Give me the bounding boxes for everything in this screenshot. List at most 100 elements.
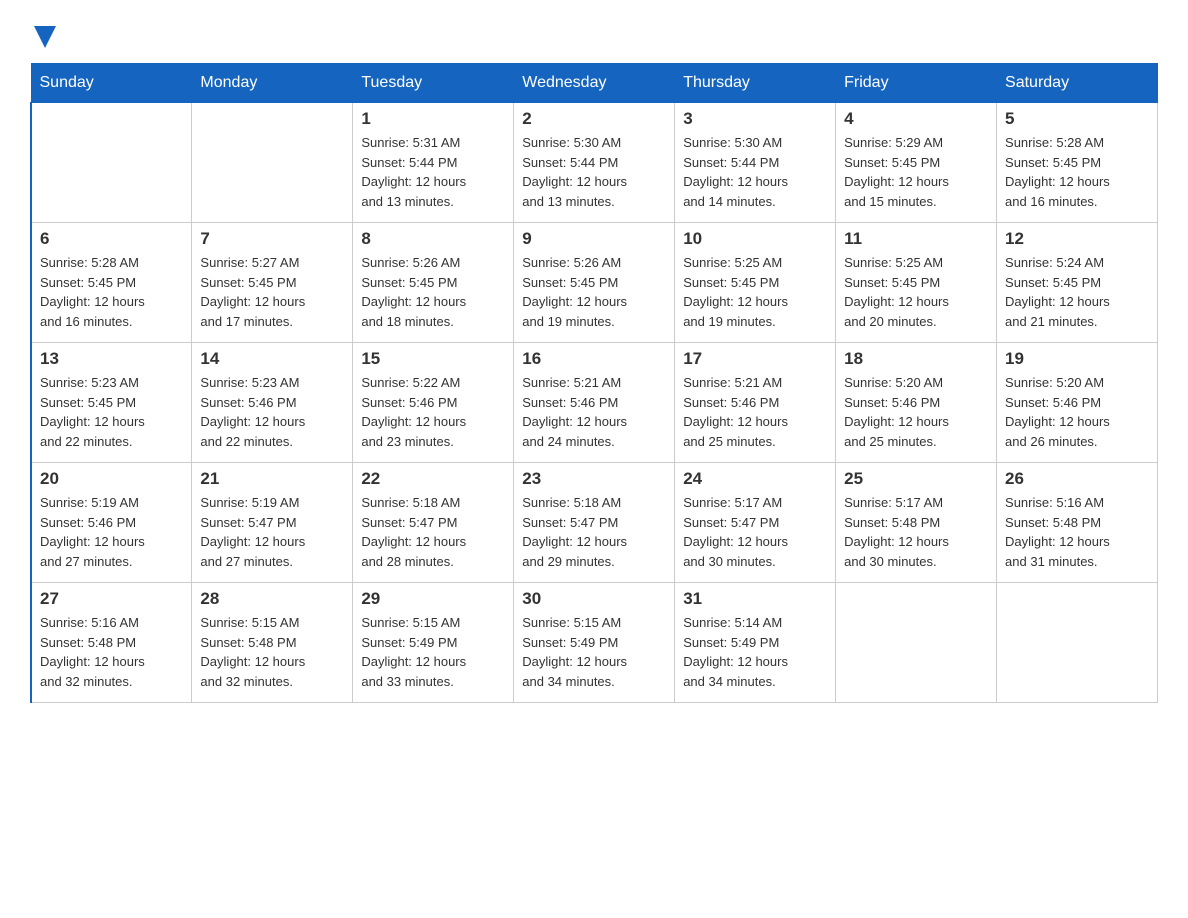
day-info: Sunrise: 5:16 AMSunset: 5:48 PMDaylight:… (1005, 493, 1149, 571)
day-number: 15 (361, 349, 505, 369)
calendar-cell: 29 Sunrise: 5:15 AMSunset: 5:49 PMDayligh… (353, 583, 514, 703)
calendar-header-tuesday: Tuesday (353, 64, 514, 103)
day-number: 23 (522, 469, 666, 489)
calendar-cell: 5Sunrise: 5:28 AMSunset: 5:45 PMDaylight… (997, 103, 1158, 223)
day-info: Sunrise: 5:30 AMSunset: 5:44 PMDaylight:… (522, 133, 666, 211)
day-info: Sunrise: 5:14 AMSunset: 5:49 PMDaylight:… (683, 613, 827, 691)
calendar-header-sunday: Sunday (31, 64, 192, 103)
calendar-cell: 19 Sunrise: 5:20 AMSunset: 5:46 PMDayligh… (997, 343, 1158, 463)
day-number: 18 (844, 349, 988, 369)
calendar-cell: 17 Sunrise: 5:21 AMSunset: 5:46 PMDayligh… (675, 343, 836, 463)
day-info: Sunrise: 5:19 AMSunset: 5:46 PMDaylight:… (40, 493, 183, 571)
calendar-week-row: 27 Sunrise: 5:16 AMSunset: 5:48 PMDayligh… (31, 583, 1158, 703)
calendar-header-thursday: Thursday (675, 64, 836, 103)
calendar-cell: 11Sunrise: 5:25 AMSunset: 5:45 PMDayligh… (836, 223, 997, 343)
day-info: Sunrise: 5:15 AMSunset: 5:49 PMDaylight:… (522, 613, 666, 691)
calendar-cell: 24 Sunrise: 5:17 AMSunset: 5:47 PMDayligh… (675, 463, 836, 583)
day-info: Sunrise: 5:31 AMSunset: 5:44 PMDaylight:… (361, 133, 505, 211)
logo (30, 20, 56, 53)
calendar-cell: 28 Sunrise: 5:15 AMSunset: 5:48 PMDayligh… (192, 583, 353, 703)
day-info: Sunrise: 5:15 AMSunset: 5:48 PMDaylight:… (200, 613, 344, 691)
day-number: 21 (200, 469, 344, 489)
day-number: 30 (522, 589, 666, 609)
calendar-cell: 3 Sunrise: 5:30 AMSunset: 5:44 PMDaylight… (675, 103, 836, 223)
calendar-cell: 2Sunrise: 5:30 AMSunset: 5:44 PMDaylight… (514, 103, 675, 223)
day-number: 1 (361, 109, 505, 129)
calendar-cell: 26 Sunrise: 5:16 AMSunset: 5:48 PMDayligh… (997, 463, 1158, 583)
day-number: 20 (40, 469, 183, 489)
calendar-cell (997, 583, 1158, 703)
calendar-cell: 30 Sunrise: 5:15 AMSunset: 5:49 PMDayligh… (514, 583, 675, 703)
logo-triangle-icon (34, 26, 56, 48)
calendar-week-row: 13 Sunrise: 5:23 AMSunset: 5:45 PMDayligh… (31, 343, 1158, 463)
day-info: Sunrise: 5:23 AMSunset: 5:45 PMDaylight:… (40, 373, 183, 451)
calendar-week-row: 1 Sunrise: 5:31 AMSunset: 5:44 PMDaylight… (31, 103, 1158, 223)
calendar-cell: 9 Sunrise: 5:26 AMSunset: 5:45 PMDaylight… (514, 223, 675, 343)
calendar-table: SundayMondayTuesdayWednesdayThursdayFrid… (30, 63, 1158, 703)
calendar-cell: 8 Sunrise: 5:26 AMSunset: 5:45 PMDaylight… (353, 223, 514, 343)
header (30, 20, 1158, 53)
calendar-cell: 13 Sunrise: 5:23 AMSunset: 5:45 PMDayligh… (31, 343, 192, 463)
day-info: Sunrise: 5:30 AMSunset: 5:44 PMDaylight:… (683, 133, 827, 211)
day-info: Sunrise: 5:25 AMSunset: 5:45 PMDaylight:… (683, 253, 827, 331)
day-number: 6 (40, 229, 183, 249)
day-number: 12 (1005, 229, 1149, 249)
day-info: Sunrise: 5:26 AMSunset: 5:45 PMDaylight:… (522, 253, 666, 331)
calendar-cell: 20 Sunrise: 5:19 AMSunset: 5:46 PMDayligh… (31, 463, 192, 583)
day-info: Sunrise: 5:28 AMSunset: 5:45 PMDaylight:… (40, 253, 183, 331)
calendar-header-friday: Friday (836, 64, 997, 103)
calendar-cell: 23Sunrise: 5:18 AMSunset: 5:47 PMDayligh… (514, 463, 675, 583)
day-info: Sunrise: 5:17 AMSunset: 5:47 PMDaylight:… (683, 493, 827, 571)
calendar-cell: 1 Sunrise: 5:31 AMSunset: 5:44 PMDaylight… (353, 103, 514, 223)
day-info: Sunrise: 5:24 AMSunset: 5:45 PMDaylight:… (1005, 253, 1149, 331)
day-number: 9 (522, 229, 666, 249)
day-info: Sunrise: 5:21 AMSunset: 5:46 PMDaylight:… (683, 373, 827, 451)
day-number: 22 (361, 469, 505, 489)
calendar-cell: 15 Sunrise: 5:22 AMSunset: 5:46 PMDayligh… (353, 343, 514, 463)
day-info: Sunrise: 5:25 AMSunset: 5:45 PMDaylight:… (844, 253, 988, 331)
calendar-header-row: SundayMondayTuesdayWednesdayThursdayFrid… (31, 64, 1158, 103)
calendar-header-monday: Monday (192, 64, 353, 103)
day-number: 3 (683, 109, 827, 129)
day-info: Sunrise: 5:21 AMSunset: 5:46 PMDaylight:… (522, 373, 666, 451)
day-info: Sunrise: 5:23 AMSunset: 5:46 PMDaylight:… (200, 373, 344, 451)
calendar-cell: 6 Sunrise: 5:28 AMSunset: 5:45 PMDaylight… (31, 223, 192, 343)
day-number: 17 (683, 349, 827, 369)
calendar-cell: 7Sunrise: 5:27 AMSunset: 5:45 PMDaylight… (192, 223, 353, 343)
day-number: 29 (361, 589, 505, 609)
day-info: Sunrise: 5:26 AMSunset: 5:45 PMDaylight:… (361, 253, 505, 331)
day-info: Sunrise: 5:20 AMSunset: 5:46 PMDaylight:… (844, 373, 988, 451)
day-number: 24 (683, 469, 827, 489)
calendar-header-saturday: Saturday (997, 64, 1158, 103)
day-number: 28 (200, 589, 344, 609)
calendar-cell: 4 Sunrise: 5:29 AMSunset: 5:45 PMDaylight… (836, 103, 997, 223)
calendar-cell: 10 Sunrise: 5:25 AMSunset: 5:45 PMDayligh… (675, 223, 836, 343)
day-number: 25 (844, 469, 988, 489)
day-info: Sunrise: 5:20 AMSunset: 5:46 PMDaylight:… (1005, 373, 1149, 451)
day-number: 26 (1005, 469, 1149, 489)
day-info: Sunrise: 5:16 AMSunset: 5:48 PMDaylight:… (40, 613, 183, 691)
day-info: Sunrise: 5:19 AMSunset: 5:47 PMDaylight:… (200, 493, 344, 571)
day-number: 8 (361, 229, 505, 249)
calendar-cell: 16Sunrise: 5:21 AMSunset: 5:46 PMDayligh… (514, 343, 675, 463)
day-number: 13 (40, 349, 183, 369)
day-info: Sunrise: 5:29 AMSunset: 5:45 PMDaylight:… (844, 133, 988, 211)
day-number: 10 (683, 229, 827, 249)
day-info: Sunrise: 5:27 AMSunset: 5:45 PMDaylight:… (200, 253, 344, 331)
calendar-cell (192, 103, 353, 223)
day-number: 4 (844, 109, 988, 129)
day-number: 19 (1005, 349, 1149, 369)
calendar-cell: 25 Sunrise: 5:17 AMSunset: 5:48 PMDayligh… (836, 463, 997, 583)
calendar-week-row: 6 Sunrise: 5:28 AMSunset: 5:45 PMDaylight… (31, 223, 1158, 343)
day-info: Sunrise: 5:22 AMSunset: 5:46 PMDaylight:… (361, 373, 505, 451)
day-info: Sunrise: 5:17 AMSunset: 5:48 PMDaylight:… (844, 493, 988, 571)
day-info: Sunrise: 5:18 AMSunset: 5:47 PMDaylight:… (361, 493, 505, 571)
calendar-cell: 22 Sunrise: 5:18 AMSunset: 5:47 PMDayligh… (353, 463, 514, 583)
calendar-header-wednesday: Wednesday (514, 64, 675, 103)
day-info: Sunrise: 5:15 AMSunset: 5:49 PMDaylight:… (361, 613, 505, 691)
calendar-cell: 31Sunrise: 5:14 AMSunset: 5:49 PMDayligh… (675, 583, 836, 703)
calendar-cell: 21 Sunrise: 5:19 AMSunset: 5:47 PMDayligh… (192, 463, 353, 583)
calendar-cell (31, 103, 192, 223)
calendar-cell: 12 Sunrise: 5:24 AMSunset: 5:45 PMDayligh… (997, 223, 1158, 343)
day-number: 27 (40, 589, 183, 609)
